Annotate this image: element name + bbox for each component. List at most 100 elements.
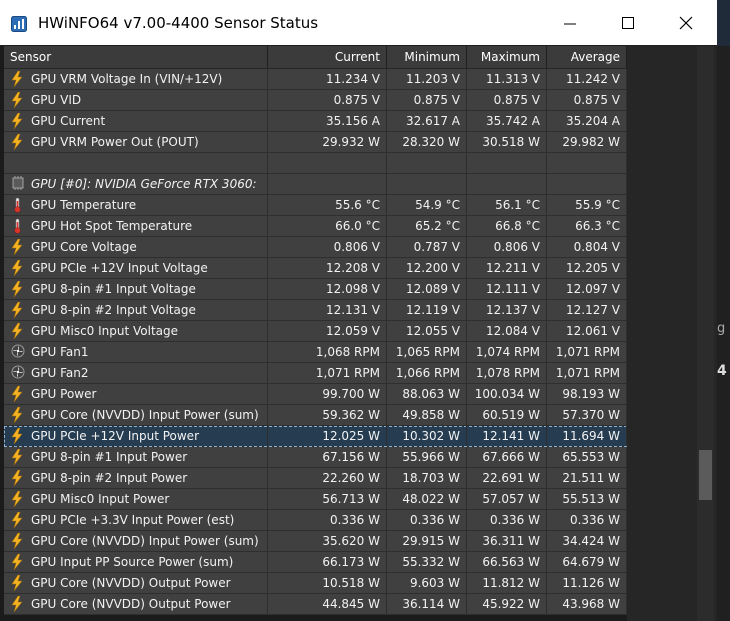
minimize-icon xyxy=(564,23,576,25)
sensor-row[interactable]: GPU VID 0.875 V 0.875 V 0.875 V 0.875 V xyxy=(4,90,627,111)
value-current: 56.713 W xyxy=(268,489,387,509)
value-average: 43.968 W xyxy=(547,594,627,614)
column-header-average[interactable]: Average xyxy=(547,46,627,68)
value-maximum: 11.812 W xyxy=(467,573,547,593)
sensor-row[interactable]: GPU Core (NVVDD) Input Power (sum) 35.620… xyxy=(4,531,627,552)
value-average: 66.3 °C xyxy=(547,216,627,236)
value-current: 22.260 W xyxy=(268,468,387,488)
value-minimum: 65.2 °C xyxy=(387,216,467,236)
value-average: 12.205 V xyxy=(547,258,627,278)
value-minimum: 36.114 W xyxy=(387,594,467,614)
sensor-row[interactable]: GPU 8-pin #1 Input Power 67.156 W 55.966 W… xyxy=(4,447,627,468)
sensor-row[interactable]: GPU VRM Voltage In (VIN/+12V) 11.234 V 11.… xyxy=(4,69,627,90)
value-current: 67.156 W xyxy=(268,447,387,467)
value-maximum: 57.057 W xyxy=(467,489,547,509)
value-current: 1,071 RPM xyxy=(268,363,387,383)
sensor-row[interactable]: GPU VRM Power Out (POUT) 29.932 W 28.320 W… xyxy=(4,132,627,153)
value-maximum: 12.111 V xyxy=(467,279,547,299)
maximize-icon xyxy=(622,17,634,29)
column-header-current[interactable]: Current xyxy=(268,46,387,68)
value-current: 35.156 A xyxy=(268,111,387,131)
sensor-name: GPU Current xyxy=(4,111,268,131)
sensor-row[interactable]: GPU Hot Spot Temperature 66.0 °C 65.2 °C 66… xyxy=(4,216,627,237)
sensor-name: GPU Core (NVVDD) Output Power xyxy=(4,594,268,614)
column-header-sensor[interactable]: Sensor xyxy=(4,46,268,68)
value-average: 11.694 W xyxy=(547,426,627,446)
value-minimum: 49.858 W xyxy=(387,405,467,425)
value-current: 12.025 W xyxy=(268,426,387,446)
value-average: 0.804 V xyxy=(547,237,627,257)
value-minimum: 12.119 V xyxy=(387,300,467,320)
value-maximum: 22.691 W xyxy=(467,468,547,488)
sensor-name: GPU Input PP Source Power (sum) xyxy=(4,552,268,572)
sensor-row[interactable]: GPU Core (NVVDD) Output Power 10.518 W 9.6… xyxy=(4,573,627,594)
sensor-row[interactable]: GPU Core (NVVDD) Input Power (sum) 59.362… xyxy=(4,405,627,426)
sensor-name: GPU Misc0 Input Power xyxy=(4,489,268,509)
sensor-row[interactable]: GPU Input PP Source Power (sum) 66.173 W5… xyxy=(4,552,627,573)
sensor-name: GPU 8-pin #1 Input Power xyxy=(4,447,268,467)
background-text-fragment: g xyxy=(717,321,726,336)
value-maximum: 0.336 W xyxy=(467,510,547,530)
sensor-name: GPU PCIe +12V Input Voltage xyxy=(4,258,268,278)
value-minimum: 32.617 A xyxy=(387,111,467,131)
vertical-scrollbar[interactable] xyxy=(697,46,714,621)
value-current: 99.700 W xyxy=(268,384,387,404)
value-maximum: 56.1 °C xyxy=(467,195,547,215)
maximize-button[interactable] xyxy=(599,0,657,45)
sensor-name: GPU VRM Power Out (POUT) xyxy=(4,132,268,152)
sensor-row[interactable]: GPU 8-pin #2 Input Power 22.260 W 18.703 W… xyxy=(4,468,627,489)
sensor-group-row[interactable]: GPU [#0]: NVIDIA GeForce RTX 3060: xyxy=(4,174,627,195)
sensor-row[interactable]: GPU Power 99.700 W 88.063 W 100.034 W 98.193… xyxy=(4,384,627,405)
sensor-name: GPU Core Voltage xyxy=(4,237,268,257)
sensor-name: GPU Misc0 Input Voltage xyxy=(4,321,268,341)
sensor-row[interactable]: GPU Core Voltage 0.806 V 0.787 V 0.806 V 0.8… xyxy=(4,237,627,258)
sensor-name: GPU VRM Voltage In (VIN/+12V) xyxy=(4,69,268,89)
value-minimum: 55.332 W xyxy=(387,552,467,572)
blank-cell xyxy=(4,153,268,173)
value-average: 0.336 W xyxy=(547,510,627,530)
sensor-name: GPU 8-pin #2 Input Voltage xyxy=(4,300,268,320)
value-average: 0.875 V xyxy=(547,90,627,110)
sensor-row[interactable]: GPU PCIe +3.3V Input Power (est) 0.336 W0… xyxy=(4,510,627,531)
background-window-edge: g 4 xyxy=(717,0,730,621)
sensor-row[interactable]: GPU Misc0 Input Voltage 12.059 V 12.055 V1… xyxy=(4,321,627,342)
sensor-row[interactable]: GPU Fan2 1,071 RPM 1,066 RPM 1,078 RPM 1,071… xyxy=(4,363,627,384)
title-bar[interactable]: HWiNFO64 v7.00-4400 Sensor Status xyxy=(0,0,717,46)
value-minimum: 29.915 W xyxy=(387,531,467,551)
minimize-button[interactable] xyxy=(541,0,599,45)
sensor-row[interactable]: GPU 8-pin #2 Input Voltage 12.131 V 12.119… xyxy=(4,300,627,321)
value-average: 12.127 V xyxy=(547,300,627,320)
hwinfo-app-icon xyxy=(11,16,27,36)
sensor-row[interactable]: GPU Core (NVVDD) Output Power 44.845 W 36.… xyxy=(4,594,627,615)
sensor-name: GPU 8-pin #1 Input Voltage xyxy=(4,279,268,299)
value-average: 12.097 V xyxy=(547,279,627,299)
value-minimum: 12.055 V xyxy=(387,321,467,341)
sensor-row[interactable]: GPU PCIe +12V Input Voltage 12.208 V 12.20… xyxy=(4,258,627,279)
sensor-row[interactable]: GPU Misc0 Input Power 56.713 W 48.022 W 57.… xyxy=(4,489,627,510)
value-maximum: 11.313 V xyxy=(467,69,547,89)
sensor-row[interactable]: GPU PCIe +12V Input Power 12.025 W 10.302 … xyxy=(4,426,627,447)
value-average: 29.982 W xyxy=(547,132,627,152)
value-average: 11.242 V xyxy=(547,69,627,89)
column-header-minimum[interactable]: Minimum xyxy=(387,46,467,68)
value-maximum: 67.666 W xyxy=(467,447,547,467)
value-current: 10.518 W xyxy=(268,573,387,593)
sensor-row[interactable]: GPU Temperature 55.6 °C 54.9 °C 56.1 °C 55.9… xyxy=(4,195,627,216)
background-text-fragment: 4 xyxy=(717,363,727,379)
value-minimum: 10.302 W xyxy=(387,426,467,446)
value-maximum: 60.519 W xyxy=(467,405,547,425)
value-maximum: 12.211 V xyxy=(467,258,547,278)
sensor-name: GPU PCIe +12V Input Power xyxy=(4,426,268,446)
close-button[interactable] xyxy=(657,0,715,45)
value-minimum: 1,065 RPM xyxy=(387,342,467,362)
sensor-row[interactable]: GPU Fan1 1,068 RPM 1,065 RPM 1,074 RPM 1,071… xyxy=(4,342,627,363)
blank-row xyxy=(4,153,627,174)
sensor-name: GPU Fan1 xyxy=(4,342,268,362)
value-minimum: 0.336 W xyxy=(387,510,467,530)
scrollbar-thumb[interactable] xyxy=(699,450,712,500)
sensor-row[interactable]: GPU 8-pin #1 Input Voltage 12.098 V 12.089… xyxy=(4,279,627,300)
value-current: 0.806 V xyxy=(268,237,387,257)
column-header-maximum[interactable]: Maximum xyxy=(467,46,547,68)
value-maximum: 30.518 W xyxy=(467,132,547,152)
sensor-row[interactable]: GPU Current 35.156 A 32.617 A 35.742 A 35.20… xyxy=(4,111,627,132)
